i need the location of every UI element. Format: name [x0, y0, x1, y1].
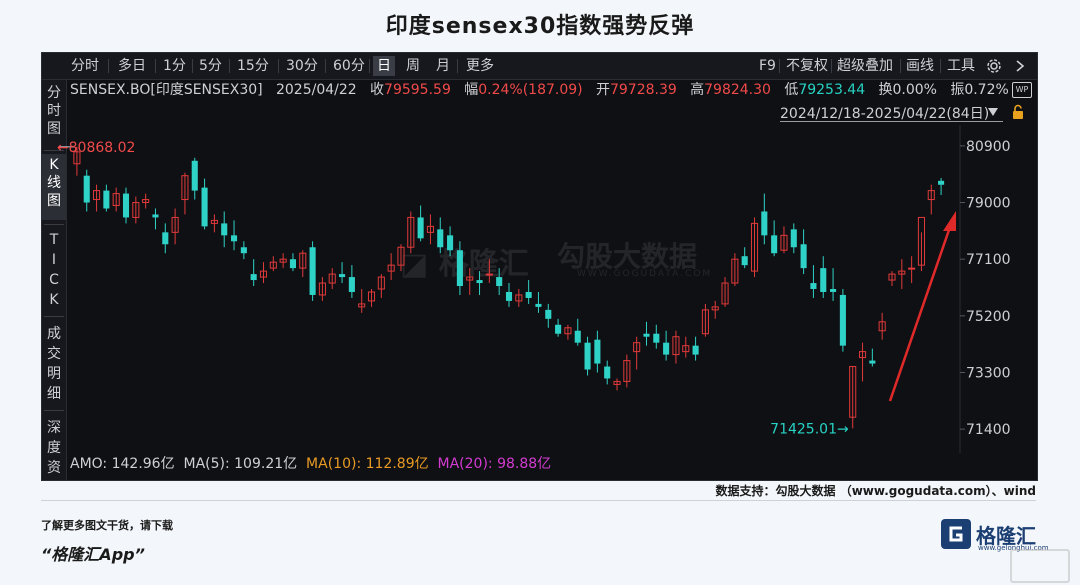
candle-down [122, 193, 130, 218]
candle-down [437, 229, 444, 248]
gelonghui-logo-icon [941, 519, 971, 549]
max-value-label: ←80868.02 [57, 140, 136, 156]
candle-down [152, 214, 159, 218]
candle-down [535, 303, 542, 307]
chart-window: 分时 多日 1分 5分 15分 30分 60分 日 周 月 更多 F9 不复权 … [41, 52, 1038, 481]
candle-down [584, 342, 591, 370]
candle-down [594, 339, 601, 364]
candle-down [221, 223, 228, 236]
y-tick-label: 77100 [966, 252, 1011, 268]
candle-down [525, 291, 532, 298]
candle-down [800, 244, 807, 269]
candle-down [447, 235, 454, 251]
candle-down [761, 211, 768, 236]
amo-value: AMO: 142.96亿 [70, 456, 175, 472]
candle-down [162, 232, 169, 245]
candle-down [309, 247, 316, 295]
ma5-value: MA(5): 109.21亿 [183, 456, 298, 472]
candle-down [103, 190, 110, 209]
candle-down [810, 283, 817, 289]
candle-down [289, 259, 296, 269]
candle-down [604, 366, 611, 379]
trend-arrow-head [943, 211, 956, 231]
logo-g-icon [949, 526, 963, 542]
candle-up [485, 273, 493, 276]
candle-down [938, 180, 945, 185]
candle-down [653, 333, 660, 343]
candle-down [555, 324, 562, 334]
candle-down [771, 235, 778, 254]
candle-down [250, 274, 257, 281]
candle-down [643, 333, 650, 337]
footer-note: 了解更多图文干货，请下载 [41, 519, 173, 532]
candle-down [790, 229, 797, 248]
y-tick-label: 75200 [966, 309, 1011, 325]
volume-ma-bar: AMO: 142.96亿 MA(5): 109.21亿 MA(10): 112.… [70, 454, 551, 474]
candle-down [545, 309, 552, 319]
candle-down [830, 289, 837, 292]
candlestick-chart: 80900 79000 77100 75200 73300 71400 ←80868.02… [57, 125, 1011, 453]
data-source: 数据支持：勾股大数据 （www.gogudata.com）、wind [715, 484, 1036, 498]
candle-down [869, 360, 876, 364]
y-tick-label: 71400 [966, 422, 1011, 438]
candle-down [83, 175, 90, 203]
candle-down [574, 330, 581, 343]
candle-down [820, 268, 827, 292]
footer-divider [41, 500, 1036, 501]
candle-down [692, 345, 699, 355]
ma20-value: MA(20): 98.88亿 [437, 456, 552, 472]
y-tick-label: 80900 [966, 139, 1011, 155]
candle-down [417, 217, 424, 239]
ma10-value: MA(10): 112.89亿 [306, 456, 429, 472]
candle-up [908, 267, 916, 270]
y-tick-label: 79000 [966, 196, 1011, 212]
candle-down [339, 274, 346, 278]
trend-arrow-shaft [888, 226, 952, 402]
candle-down [230, 235, 238, 242]
candle-down [505, 291, 513, 301]
candle-down [456, 250, 463, 287]
candle-down [741, 256, 748, 266]
page-title: 印度sensex30指数强势反弹 [385, 14, 695, 39]
candle-down [663, 342, 670, 355]
candle-down [240, 247, 247, 254]
min-value-label: 71425.01→ [770, 421, 849, 437]
y-tick-label: 73300 [966, 365, 1011, 381]
candle-down [201, 187, 208, 227]
candle-down [839, 294, 846, 346]
seal-stamp [1010, 549, 1070, 583]
candle-down [348, 277, 355, 292]
candle-down [191, 160, 198, 191]
candle-down [476, 280, 483, 284]
footer-app-name: “格隆汇App” [41, 545, 145, 564]
candle-down [496, 277, 503, 287]
